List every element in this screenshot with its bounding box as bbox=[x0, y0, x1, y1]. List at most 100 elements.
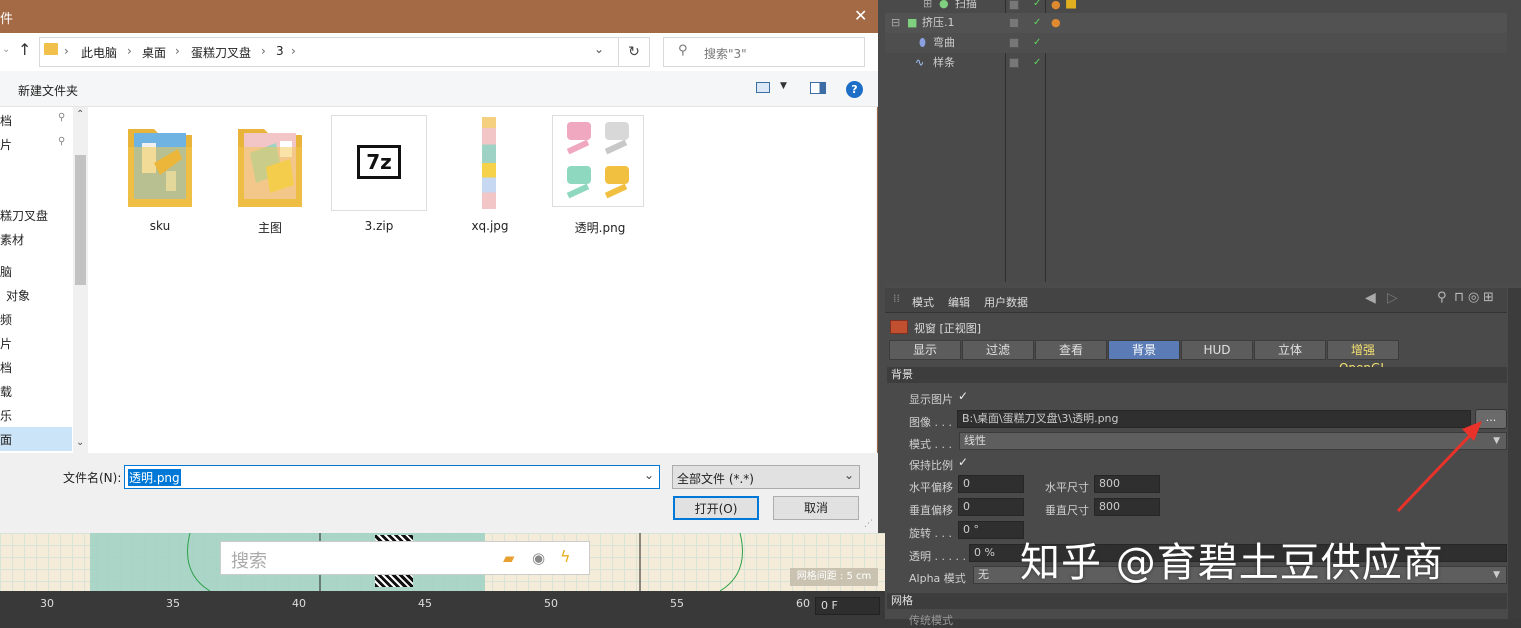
grip-icon: ⁞⁞ bbox=[893, 292, 900, 305]
breadcrumb-cake-folder[interactable]: 蛋糕刀叉盘 bbox=[191, 44, 251, 61]
breadcrumb-desktop[interactable]: 桌面 bbox=[142, 44, 166, 61]
layer-toggle[interactable] bbox=[1009, 0, 1019, 10]
tab-display[interactable]: 显示 bbox=[889, 340, 961, 360]
object-row-sweep[interactable]: ⊞ ● 扫描 bbox=[885, 0, 1505, 14]
new-folder-button[interactable]: 新建文件夹 bbox=[18, 82, 78, 99]
tab-enhanced-opengl[interactable]: 增强OpenGL bbox=[1327, 340, 1399, 375]
enabled-check-icon[interactable]: ✓ bbox=[1033, 0, 1041, 9]
chevron-down-icon[interactable]: ⌄ bbox=[2, 44, 10, 55]
section-background[interactable]: 背景 bbox=[887, 367, 1507, 383]
object-row-bend[interactable]: ⬮ 弯曲 bbox=[885, 33, 1505, 53]
v-size-field[interactable]: 800 bbox=[1094, 498, 1160, 516]
nav-item[interactable]: 频 bbox=[0, 311, 12, 328]
enabled-check-icon[interactable]: ✓ bbox=[1033, 17, 1041, 28]
nav-item[interactable]: 脑 bbox=[0, 263, 12, 280]
refresh-icon[interactable]: ↻ bbox=[618, 37, 650, 67]
lock-icon[interactable]: ⊓ bbox=[1454, 290, 1464, 305]
show-image-checkbox[interactable]: ✓ bbox=[958, 389, 968, 403]
object-name: 样条 bbox=[933, 56, 955, 69]
rotation-field[interactable]: 0 ° bbox=[958, 521, 1024, 539]
chevron-down-icon[interactable]: ⌄ bbox=[76, 437, 84, 448]
file-item-zip[interactable]: 7z 3.zip bbox=[331, 115, 427, 235]
object-row-extrude[interactable]: ⊟ ■ 挤压.1 bbox=[885, 13, 1505, 33]
ruler-tick-label: 60 bbox=[796, 597, 810, 610]
preview-pane-icon[interactable] bbox=[810, 82, 826, 94]
nav-item[interactable]: 载 bbox=[0, 383, 12, 400]
close-icon[interactable]: ✕ bbox=[854, 6, 867, 25]
file-item-main-image[interactable]: 主图 bbox=[222, 115, 318, 235]
filename-input[interactable]: 透明.png ⌄ bbox=[124, 465, 660, 489]
menu-user-data[interactable]: 用户数据 bbox=[984, 294, 1028, 310]
up-arrow-icon[interactable]: ↑ bbox=[18, 40, 31, 59]
chevron-down-icon: ▼ bbox=[1493, 570, 1500, 580]
object-row-spline[interactable]: ∿ 样条 bbox=[885, 53, 1505, 73]
nav-item[interactable]: 面 bbox=[0, 431, 12, 448]
help-icon[interactable]: ? bbox=[846, 81, 863, 98]
lightning-icon[interactable]: ϟ bbox=[560, 547, 571, 566]
new-panel-icon[interactable]: ⊞ bbox=[1483, 290, 1494, 305]
nav-item[interactable]: 糕刀叉盘 bbox=[0, 207, 48, 224]
nav-scrollbar[interactable]: ⌃ ⌄ bbox=[73, 107, 88, 453]
tag-icon[interactable]: ● bbox=[1051, 16, 1061, 29]
resize-grip-icon[interactable]: ⋰ bbox=[864, 519, 873, 529]
timeline-ruler[interactable]: 30354045505560657075808590 0 F bbox=[0, 591, 1440, 619]
forward-arrow-icon[interactable]: ▷ bbox=[1387, 290, 1398, 306]
chevron-down-icon[interactable]: ▼ bbox=[780, 81, 787, 91]
tab-view[interactable]: 查看 bbox=[1035, 340, 1107, 360]
h-size-field[interactable]: 800 bbox=[1094, 475, 1160, 493]
enabled-check-icon[interactable]: ✓ bbox=[1033, 57, 1041, 68]
cancel-button[interactable]: 取消 bbox=[773, 496, 859, 520]
play-icon[interactable]: ◉ bbox=[532, 549, 545, 567]
tab-stereo[interactable]: 立体 bbox=[1254, 340, 1326, 360]
v-offset-field[interactable]: 0 bbox=[958, 498, 1024, 516]
keep-ratio-checkbox[interactable]: ✓ bbox=[958, 455, 968, 469]
enabled-check-icon[interactable]: ✓ bbox=[1033, 37, 1041, 48]
chevron-up-icon[interactable]: ⌃ bbox=[76, 109, 84, 120]
tab-hud[interactable]: HUD bbox=[1181, 340, 1253, 360]
nav-item[interactable]: 片 bbox=[0, 335, 12, 352]
tab-filter[interactable]: 过滤 bbox=[962, 340, 1034, 360]
pin-icon[interactable]: ⚲ bbox=[58, 112, 65, 123]
folder-icon[interactable]: ▰ bbox=[503, 549, 515, 567]
search-icon[interactable]: ⚲ bbox=[1437, 290, 1447, 305]
section-grid[interactable]: 网格 bbox=[887, 593, 1507, 609]
attribute-scrollbar[interactable] bbox=[1508, 288, 1521, 619]
menu-edit[interactable]: 编辑 bbox=[948, 294, 970, 310]
chevron-down-icon[interactable]: ⌄ bbox=[644, 468, 654, 482]
layer-toggle[interactable] bbox=[1009, 18, 1019, 28]
expand-icon[interactable]: ⊞ bbox=[923, 0, 932, 14]
view-mode-icon[interactable] bbox=[756, 82, 770, 93]
chevron-down-icon[interactable]: ⌄ bbox=[594, 42, 604, 56]
ruler-tick-label: 35 bbox=[166, 597, 180, 610]
nav-item[interactable]: 档 bbox=[0, 359, 12, 376]
tab-background[interactable]: 背景 bbox=[1108, 340, 1180, 360]
collapse-icon[interactable]: ⊟ bbox=[891, 13, 900, 33]
folder-icon bbox=[128, 129, 192, 207]
layer-toggle[interactable] bbox=[1009, 38, 1019, 48]
open-button[interactable]: 打开(O) bbox=[673, 496, 759, 520]
menu-mode[interactable]: 模式 bbox=[912, 294, 934, 310]
file-item-sku[interactable]: sku bbox=[112, 115, 208, 235]
search-input[interactable]: ⚲ 搜索"3" bbox=[663, 37, 865, 67]
back-arrow-icon[interactable]: ◀ bbox=[1365, 290, 1376, 306]
target-icon[interactable]: ◎ bbox=[1468, 290, 1479, 305]
nav-item[interactable]: 素材 bbox=[0, 231, 24, 248]
viewport-search-placeholder: 搜索 bbox=[231, 551, 267, 572]
layer-toggle[interactable] bbox=[1009, 58, 1019, 68]
file-item-transparent-png[interactable]: 透明.png bbox=[552, 115, 648, 235]
material-tag-icon[interactable]: ■ bbox=[1065, 0, 1077, 11]
tag-icon[interactable]: ● bbox=[1051, 0, 1061, 11]
search-icon: ⚲ bbox=[678, 43, 688, 58]
breadcrumb-this-pc[interactable]: 此电脑 bbox=[81, 44, 117, 61]
file-item-xq[interactable]: xq.jpg bbox=[442, 115, 538, 235]
pin-icon[interactable]: ⚲ bbox=[58, 136, 65, 147]
breadcrumb-3[interactable]: 3 bbox=[276, 44, 284, 58]
nav-item[interactable]: 对象 bbox=[6, 287, 30, 304]
viewport-search-box[interactable]: 搜索 ▰ ◉ ϟ bbox=[220, 541, 590, 575]
nav-item[interactable]: 档 bbox=[0, 112, 12, 129]
nav-item[interactable]: 片 bbox=[0, 136, 12, 153]
filetype-select[interactable]: 全部文件 (*.*) ⌄ bbox=[672, 465, 860, 489]
h-offset-field[interactable]: 0 bbox=[958, 475, 1024, 493]
frame-field[interactable]: 0 F bbox=[815, 597, 880, 615]
nav-item[interactable]: 乐 bbox=[0, 407, 12, 424]
